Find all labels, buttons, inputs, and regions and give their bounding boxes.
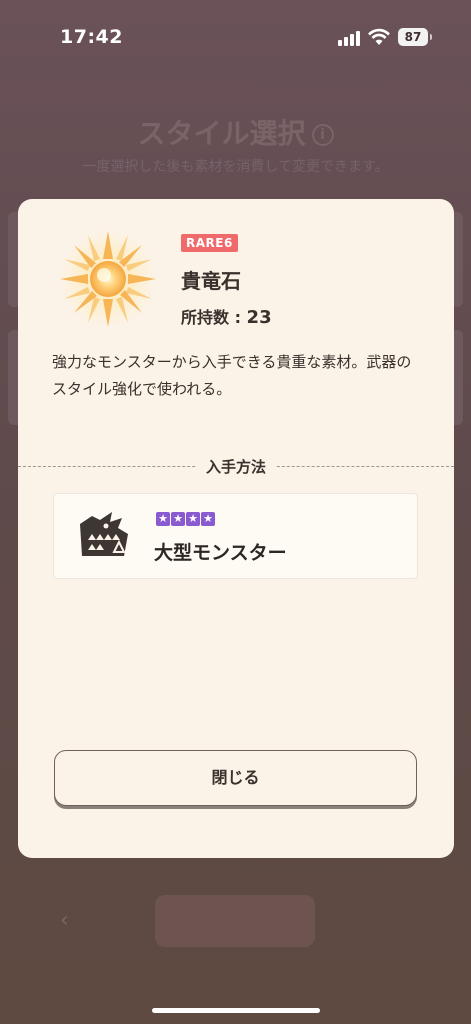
home-indicator[interactable] [152, 1008, 320, 1013]
star-icon: ★ [186, 512, 200, 526]
background-page-subtitle: 一度選択した後も素材を消費して変更できます。 [82, 159, 389, 175]
close-button[interactable]: 閉じる [54, 750, 417, 806]
source-name: 大型モンスター [154, 542, 287, 564]
background-page-title: スタイル選択 i [0, 112, 471, 152]
status-time: 17:42 [60, 26, 123, 48]
battery-icon: 87 [398, 28, 432, 46]
item-detail-modal: RARE6 貴竜石 所持数 : 23 強力なモンスターから入手できる貴重な素材。… [18, 199, 454, 858]
dragon-gem-sun-icon [60, 231, 156, 327]
acquisition-section-header: 入手方法 [18, 456, 454, 477]
item-name: 貴竜石 [181, 269, 241, 293]
background-confirm-button [155, 895, 315, 947]
status-bar: 17:42 87 [0, 0, 471, 78]
rarity-badge: RARE6 [181, 234, 238, 252]
item-description: 強力なモンスターから入手できる貴重な素材。武器のスタイル強化で使われる。 [52, 353, 412, 398]
chevron-left-icon: ‹ [60, 908, 69, 933]
star-icon: ★ [201, 512, 215, 526]
cellular-signal-icon [338, 30, 362, 46]
star-icon: ★ [156, 512, 170, 526]
info-icon: i [311, 124, 334, 146]
wifi-icon [368, 28, 390, 45]
section-label: 入手方法 [195, 456, 277, 477]
owned-number: 23 [246, 307, 272, 328]
star-rating: ★ ★ ★ ★ [156, 512, 216, 526]
owned-count: 所持数 : 23 [181, 304, 272, 328]
acquisition-source-card[interactable]: ★ ★ ★ ★ 大型モンスター [53, 493, 418, 579]
owned-label: 所持数 : [181, 308, 247, 327]
star-icon: ★ [171, 512, 185, 526]
large-monster-icon [80, 512, 128, 556]
